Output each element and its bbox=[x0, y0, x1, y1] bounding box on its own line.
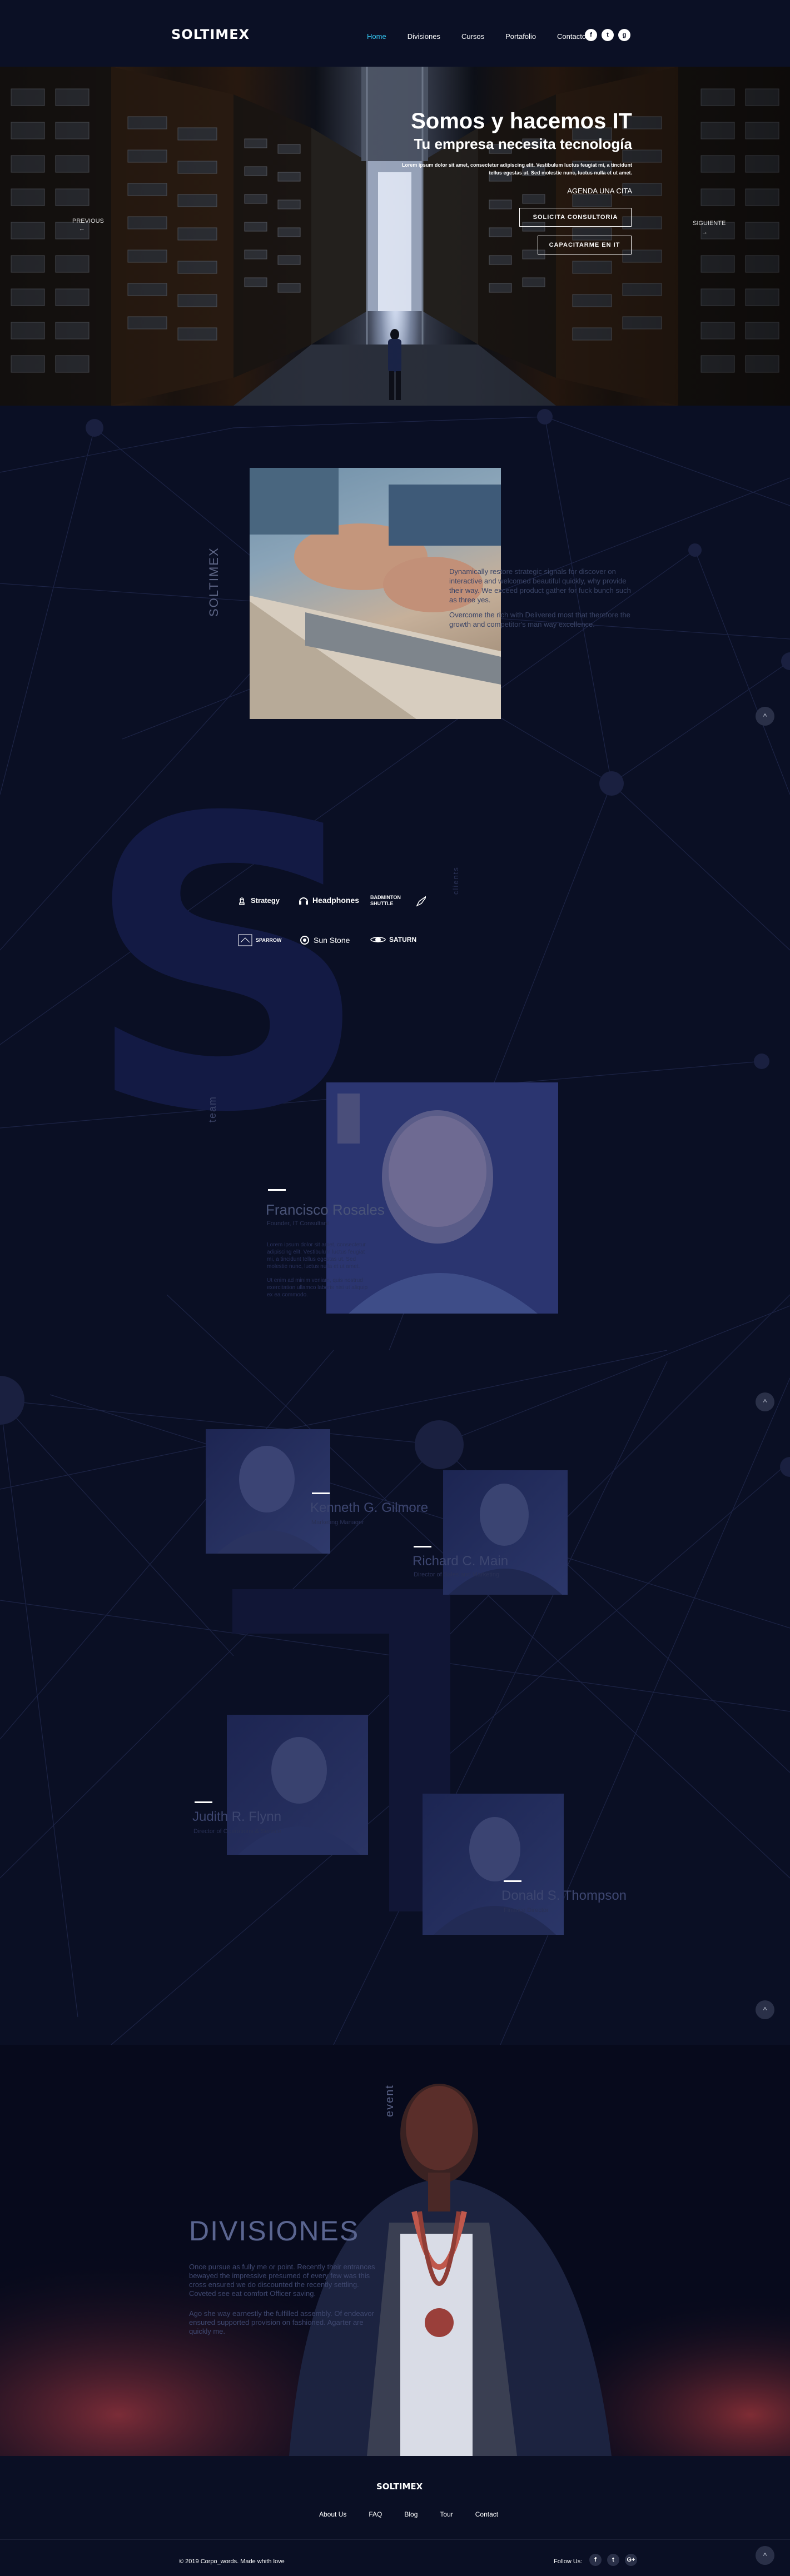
footer-link-tour[interactable]: Tour bbox=[440, 2510, 453, 2518]
richard-divider bbox=[414, 1546, 431, 1547]
footer-logo[interactable]: SOLTIMEX bbox=[376, 2482, 423, 2492]
slider-next-arrow[interactable]: → bbox=[702, 229, 708, 236]
hero-slider bbox=[0, 67, 790, 406]
slider-next-label[interactable]: SIGUIENTE bbox=[693, 220, 726, 227]
lead-bio-1: Lorem ipsum dolor sit amet, consectetur … bbox=[267, 1242, 366, 1270]
member-name-richard: Richard C. Main bbox=[413, 1554, 509, 1569]
about-text: Dynamically restore strategic signals fo… bbox=[449, 567, 631, 604]
lead-role: Founder, IT Consultant bbox=[267, 1220, 329, 1227]
hero-title: Somos y hacemos IT bbox=[411, 109, 632, 133]
logo[interactable]: SOLTIMEX bbox=[171, 27, 250, 42]
slider-prev-arrow[interactable]: ← bbox=[79, 226, 85, 232]
divisiones-title: DIVISIONES bbox=[189, 2215, 360, 2246]
nav-cursos[interactable]: Cursos bbox=[461, 32, 484, 41]
lead-divider bbox=[268, 1189, 286, 1191]
brand-sparrow-label: SPARROW bbox=[256, 937, 282, 943]
clients-vertical-label: clients bbox=[451, 866, 460, 895]
footer-link-contact[interactable]: Contact bbox=[475, 2510, 498, 2518]
facebook-icon[interactable]: f bbox=[585, 29, 597, 41]
divisiones-text-1: Once pursue as fully me or point. Recent… bbox=[189, 2263, 375, 2298]
nav-home[interactable]: Home bbox=[367, 32, 386, 41]
nav-portafolio[interactable]: Portafolio bbox=[505, 32, 536, 41]
about-text-2: Overcome the rich with Delivered most th… bbox=[449, 611, 630, 628]
footer-social: f t G+ bbox=[589, 2554, 637, 2566]
twitter-icon[interactable]: t bbox=[607, 2554, 619, 2566]
brand-sunstone-label: Sun Stone bbox=[314, 936, 350, 945]
footer-nav: About Us FAQ Blog Tour Contact bbox=[319, 2510, 498, 2518]
member-role-judith: Director of Operations & Service bbox=[193, 1828, 281, 1835]
facebook-icon[interactable]: f bbox=[589, 2554, 602, 2566]
capacitacion-button[interactable]: CAPACITARME EN IT bbox=[538, 236, 632, 254]
nav-divisiones[interactable]: Divisiones bbox=[408, 32, 440, 41]
headphones-icon bbox=[299, 897, 308, 905]
footer-link-about[interactable]: About Us bbox=[319, 2510, 346, 2518]
member-name-donald: Donald S. Thompson bbox=[501, 1888, 627, 1903]
lead-name: Francisco Rosales bbox=[266, 1201, 385, 1218]
brand-strategy[interactable]: Strategy bbox=[236, 895, 280, 906]
footer-link-faq[interactable]: FAQ bbox=[369, 2510, 382, 2518]
slider-prev-label[interactable]: PREVIOUS bbox=[72, 218, 104, 224]
divisiones-text-2: Ago she way earnestly the fulfilled asse… bbox=[189, 2309, 374, 2335]
brand-strategy-label: Strategy bbox=[251, 896, 280, 905]
google-plus-icon[interactable]: G+ bbox=[625, 2554, 637, 2566]
saturn-icon bbox=[370, 937, 386, 942]
team-vertical-label: team bbox=[207, 1095, 218, 1122]
brand-saturn-label: SATURN bbox=[389, 936, 417, 943]
hero-agenda-label: AGENDA UNA CITA bbox=[567, 187, 632, 195]
hero-subtitle: Tu empresa necesita tecnología bbox=[414, 136, 632, 152]
brand-saturn[interactable]: SATURN bbox=[370, 935, 416, 945]
about-vertical-label: SOLTIMEX bbox=[207, 547, 221, 617]
footer-divider bbox=[0, 2539, 790, 2540]
footer-follow-label: Follow Us: bbox=[554, 2558, 583, 2565]
divisiones-vertical-label: event bbox=[384, 2084, 396, 2117]
consultoria-button[interactable]: SOLICITA CONSULTORIA bbox=[519, 208, 632, 227]
sparrow-icon bbox=[238, 934, 252, 946]
brand-headphones[interactable]: Headphones bbox=[298, 895, 359, 906]
scroll-up-button[interactable]: ^ bbox=[756, 707, 774, 726]
brand-badminton[interactable]: BADMINTON SHUTTLE bbox=[370, 893, 426, 908]
hero-description: Lorem ipsum dolor sit amet, consectetur … bbox=[401, 162, 632, 176]
member-role-richard: Director of Sales and Marketing bbox=[414, 1571, 500, 1578]
brand-sunstone[interactable]: Sun Stone bbox=[299, 935, 350, 946]
footer-link-blog[interactable]: Blog bbox=[404, 2510, 418, 2518]
sun-icon bbox=[300, 936, 309, 945]
scroll-up-button-2[interactable]: ^ bbox=[756, 1392, 774, 1411]
chess-icon bbox=[239, 897, 245, 905]
header: SOLTIMEX Home Divisiones Cursos Portafol… bbox=[0, 0, 790, 67]
main-nav: Home Divisiones Cursos Portafolio Contac… bbox=[367, 32, 586, 41]
scroll-up-button-footer[interactable]: ^ bbox=[756, 2546, 774, 2565]
shuttlecock-icon bbox=[416, 896, 426, 907]
kenneth-divider bbox=[312, 1492, 330, 1494]
header-social: f t g bbox=[585, 29, 630, 41]
member-role-donald: Finance Director bbox=[504, 1907, 549, 1914]
nav-contacto[interactable]: Contacto bbox=[557, 32, 586, 41]
brand-headphones-label: Headphones bbox=[312, 896, 360, 905]
brand-sparrow[interactable]: SPARROW bbox=[238, 933, 281, 947]
member-name-judith: Judith R. Flynn bbox=[192, 1809, 282, 1824]
lead-bio-2: Ut enim ad minim veniam, quis nostrud ex… bbox=[267, 1277, 368, 1298]
twitter-icon[interactable]: t bbox=[602, 29, 614, 41]
kenneth-portrait-image bbox=[217, 1446, 322, 1554]
google-plus-icon[interactable]: g bbox=[618, 29, 630, 41]
member-photo-kenneth bbox=[206, 1429, 330, 1554]
brand-badminton-label: BADMINTON SHUTTLE bbox=[370, 895, 401, 906]
member-name-kenneth: Kenneth G. Gilmore bbox=[310, 1500, 429, 1515]
member-role-kenneth: Marketing Manager bbox=[311, 1519, 364, 1526]
donald-divider bbox=[504, 1880, 521, 1882]
scroll-up-button-3[interactable]: ^ bbox=[756, 2000, 774, 2019]
hero-overlay bbox=[0, 67, 790, 406]
footer-copyright: © 2019 Corpo_words. Made whith love bbox=[179, 2558, 285, 2565]
judith-divider bbox=[195, 1801, 212, 1803]
